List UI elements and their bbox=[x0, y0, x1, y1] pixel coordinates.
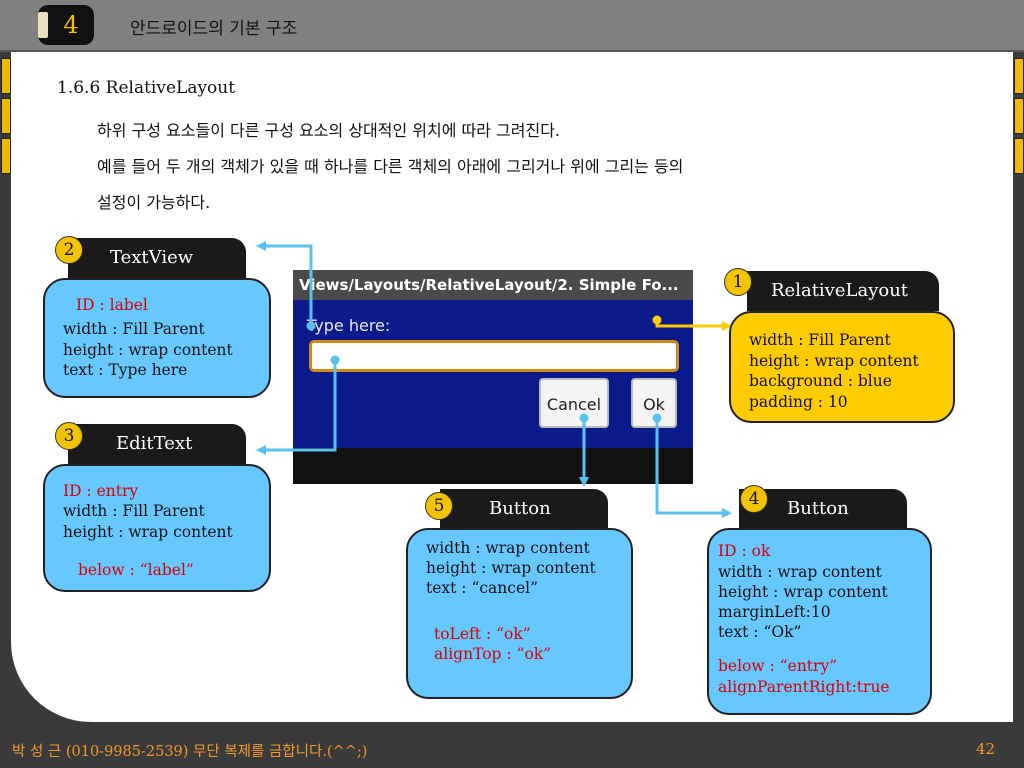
textview-prop: width : Fill Parent bbox=[63, 320, 205, 338]
chapter-tab-decoration bbox=[38, 12, 48, 38]
cancel-button-rule: alignTop : “ok” bbox=[434, 645, 552, 663]
textview-name: TextView bbox=[110, 247, 194, 268]
ok-button-name: Button bbox=[787, 498, 849, 519]
relativelayout-prop: height : wrap content bbox=[749, 352, 919, 370]
ok-button-prop: height : wrap content bbox=[718, 583, 888, 601]
cancel-button-prop: text : “cancel” bbox=[426, 579, 539, 597]
ok-button-callout-box: ID : ok width : wrap content height : wr… bbox=[707, 528, 932, 715]
screenshot-textview-label: Type here: bbox=[307, 316, 391, 335]
cancel-button-number-badge: 5 bbox=[425, 492, 453, 520]
edittext-prop: width : Fill Parent bbox=[63, 502, 205, 520]
ok-button-rule: alignParentRight:true bbox=[718, 678, 890, 696]
edittext-prop: height : wrap content bbox=[63, 523, 233, 541]
relativelayout-prop: padding : 10 bbox=[749, 393, 848, 411]
right-side-tab bbox=[1014, 58, 1024, 94]
screenshot-cancel-button[interactable]: Cancel bbox=[539, 378, 609, 428]
paragraph-line: 예를 들어 두 개의 객체가 있을 때 하나를 다른 객체의 아래에 그리거나 … bbox=[97, 157, 684, 176]
left-side-tab bbox=[1, 58, 11, 94]
cancel-button-rule: toLeft : “ok” bbox=[434, 625, 531, 643]
cancel-button-tag: Button bbox=[440, 489, 608, 529]
chapter-badge: 4 bbox=[38, 5, 94, 45]
edittext-callout-box: ID : entry width : Fill Parent height : … bbox=[43, 464, 271, 592]
textview-id: ID : label bbox=[76, 296, 148, 314]
paragraph-line: 하위 구성 요소들이 다른 구성 요소의 상대적인 위치에 따라 그려진다. bbox=[97, 121, 561, 140]
edittext-id: ID : entry bbox=[63, 482, 139, 500]
left-side-tab bbox=[1, 98, 11, 134]
right-side-tab bbox=[1014, 98, 1024, 134]
relativelayout-prop: background : blue bbox=[749, 372, 892, 390]
relativelayout-name: RelativeLayout bbox=[771, 280, 909, 301]
ok-button-prop: marginLeft:10 bbox=[718, 603, 831, 621]
cancel-button-name: Button bbox=[489, 498, 551, 519]
textview-tag: TextView bbox=[68, 238, 246, 278]
right-side-tab bbox=[1014, 138, 1024, 174]
cancel-button-prop: width : wrap content bbox=[426, 539, 590, 557]
textview-number-badge: 2 bbox=[55, 236, 83, 264]
left-side-tab bbox=[1, 138, 11, 174]
relativelayout-number-badge: 1 bbox=[724, 268, 752, 296]
header-bar: 4 안드로이드의 기본 구조 bbox=[0, 0, 1024, 52]
edittext-rule: below : “label” bbox=[78, 561, 194, 579]
relativelayout-tag: RelativeLayout bbox=[747, 271, 939, 311]
paragraph-line: 설정이 가능하다. bbox=[97, 193, 211, 212]
header-title: 안드로이드의 기본 구조 bbox=[130, 19, 298, 39]
screenshot-edittext[interactable] bbox=[309, 340, 679, 372]
textview-prop: text : Type here bbox=[63, 361, 188, 379]
cancel-button-callout-box: width : wrap content height : wrap conte… bbox=[406, 528, 633, 699]
textview-callout-box: ID : label width : Fill Parent height : … bbox=[43, 278, 271, 398]
ok-button-number-badge: 4 bbox=[740, 485, 768, 513]
chapter-number: 4 bbox=[63, 11, 79, 39]
relativelayout-prop: width : Fill Parent bbox=[749, 331, 891, 349]
page-number: 42 bbox=[976, 740, 996, 758]
ok-button-id: ID : ok bbox=[718, 542, 771, 560]
android-screenshot: Views/Layouts/RelativeLayout/2. Simple F… bbox=[293, 270, 693, 484]
cancel-button-prop: height : wrap content bbox=[426, 559, 596, 577]
ok-button-prop: text : “Ok” bbox=[718, 623, 802, 641]
screenshot-bottom-area bbox=[293, 448, 693, 484]
edittext-name: EditText bbox=[116, 433, 193, 454]
edittext-tag: EditText bbox=[68, 424, 246, 464]
ok-button-rule: below : “entry” bbox=[718, 657, 838, 675]
section-title: 1.6.6 RelativeLayout bbox=[57, 78, 236, 98]
screenshot-ok-button[interactable]: Ok bbox=[631, 378, 677, 428]
screenshot-title-bar: Views/Layouts/RelativeLayout/2. Simple F… bbox=[293, 270, 693, 300]
edittext-number-badge: 3 bbox=[55, 422, 83, 450]
ok-button-prop: width : wrap content bbox=[718, 563, 882, 581]
relativelayout-callout-box: width : Fill Parent height : wrap conten… bbox=[729, 311, 955, 423]
textview-prop: height : wrap content bbox=[63, 341, 233, 359]
footer-author: 박 성 근 (010-9985-2539) 무단 복제를 금합니다.(^^;) bbox=[12, 744, 368, 760]
